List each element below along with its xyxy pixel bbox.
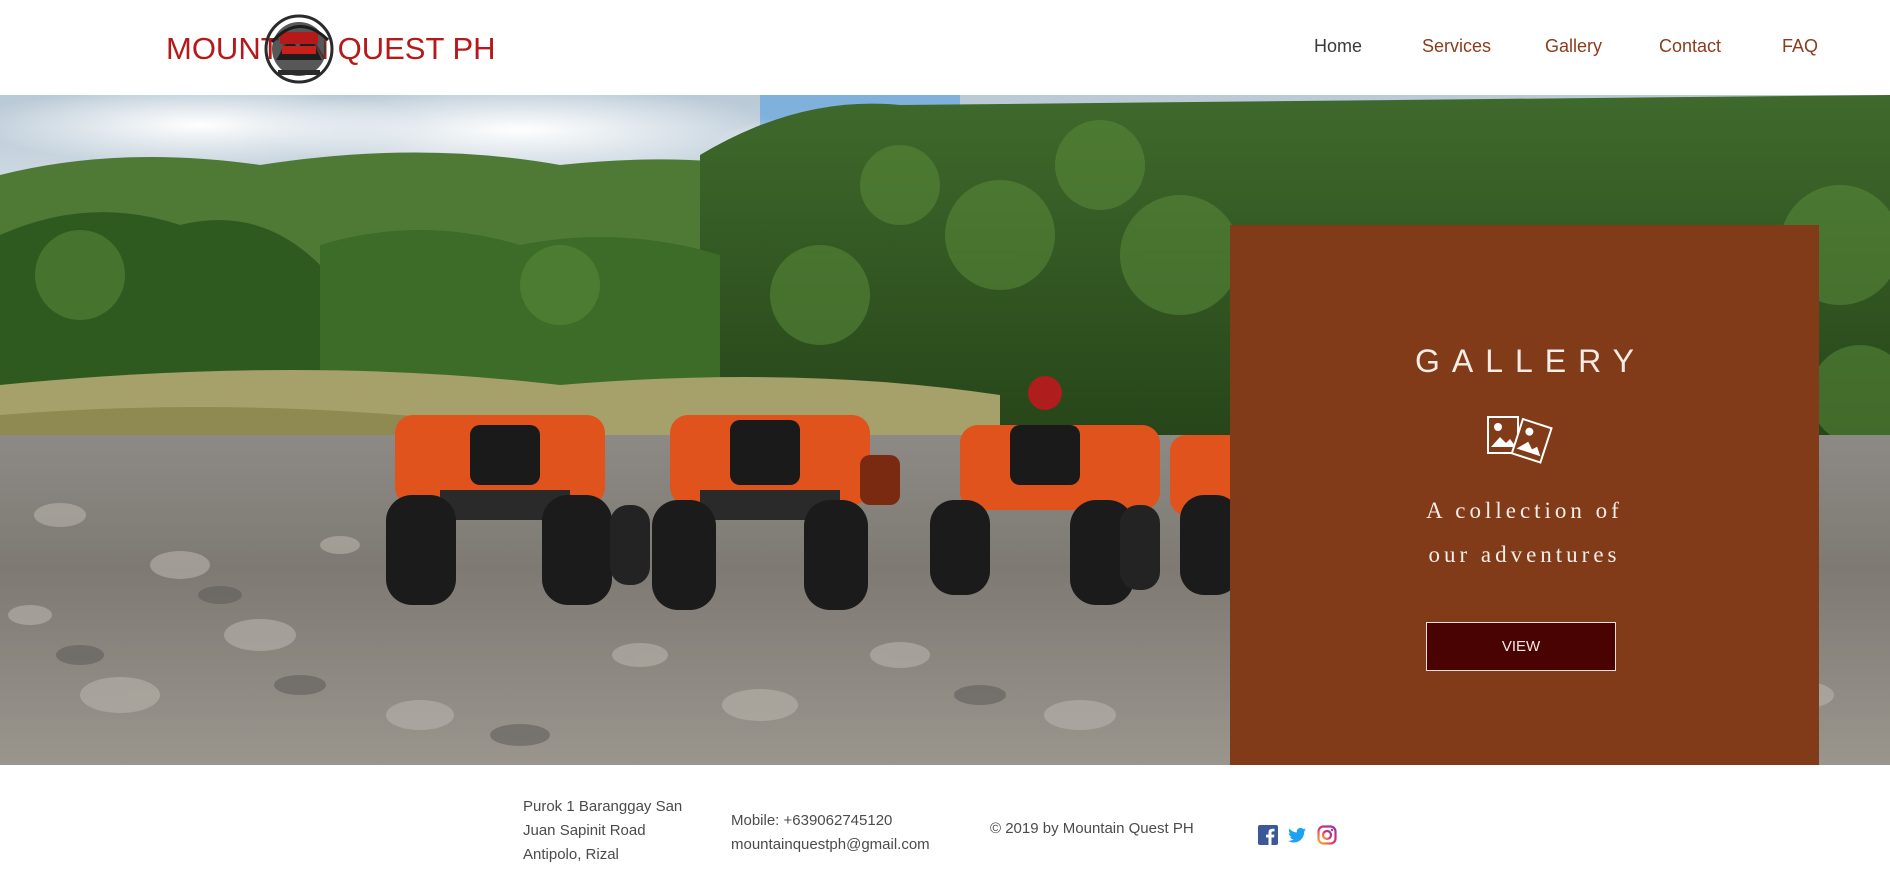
nav-faq[interactable]: FAQ: [1782, 36, 1818, 57]
site-logo[interactable]: MOUNTAIN QUEST PH: [166, 14, 496, 84]
nav-gallery[interactable]: Gallery: [1545, 36, 1602, 57]
hero-section: GALLERY A collection of our adventures V…: [0, 95, 1890, 765]
main-nav: Home Services Gallery Contact FAQ: [1290, 36, 1830, 66]
nav-services[interactable]: Services: [1422, 36, 1491, 57]
address-line1: Purok 1 Baranggay San: [523, 798, 683, 815]
photos-icon: [1487, 416, 1553, 464]
view-gallery-button[interactable]: VIEW: [1426, 622, 1616, 671]
instagram-icon[interactable]: [1317, 825, 1337, 845]
footer-email[interactable]: mountainquestph@gmail.com: [731, 833, 930, 857]
address-line3: Antipolo, Rizal: [523, 846, 619, 863]
twitter-icon[interactable]: [1287, 825, 1307, 845]
address-line2: Juan Sapinit Road: [523, 822, 646, 839]
footer-mobile: Mobile: +639062745120: [731, 812, 893, 829]
site-footer: Purok 1 Baranggay San Juan Sapinit Road …: [0, 765, 1890, 889]
facebook-icon[interactable]: [1258, 825, 1278, 845]
site-header: MOUNTAIN QUEST PH Home Services Gallery …: [0, 0, 1890, 95]
gallery-subtitle: A collection of our adventures: [1230, 489, 1819, 577]
footer-copyright: © 2019 by Mountain Quest PH: [990, 820, 1194, 837]
nav-home[interactable]: Home: [1314, 36, 1362, 57]
gallery-title: GALLERY: [1414, 343, 1647, 379]
gallery-panel: GALLERY A collection of our adventures V…: [1230, 225, 1819, 765]
nav-contact[interactable]: Contact: [1659, 36, 1721, 57]
gallery-subtitle-line2: our adventures: [1428, 542, 1621, 567]
footer-address: Purok 1 Baranggay San Juan Sapinit Road …: [523, 795, 682, 867]
footer-contact: Mobile: +639062745120 mountainquestph@gm…: [731, 809, 930, 857]
logo-emblem-icon: [264, 14, 334, 84]
gallery-subtitle-line1: A collection of: [1426, 498, 1623, 523]
